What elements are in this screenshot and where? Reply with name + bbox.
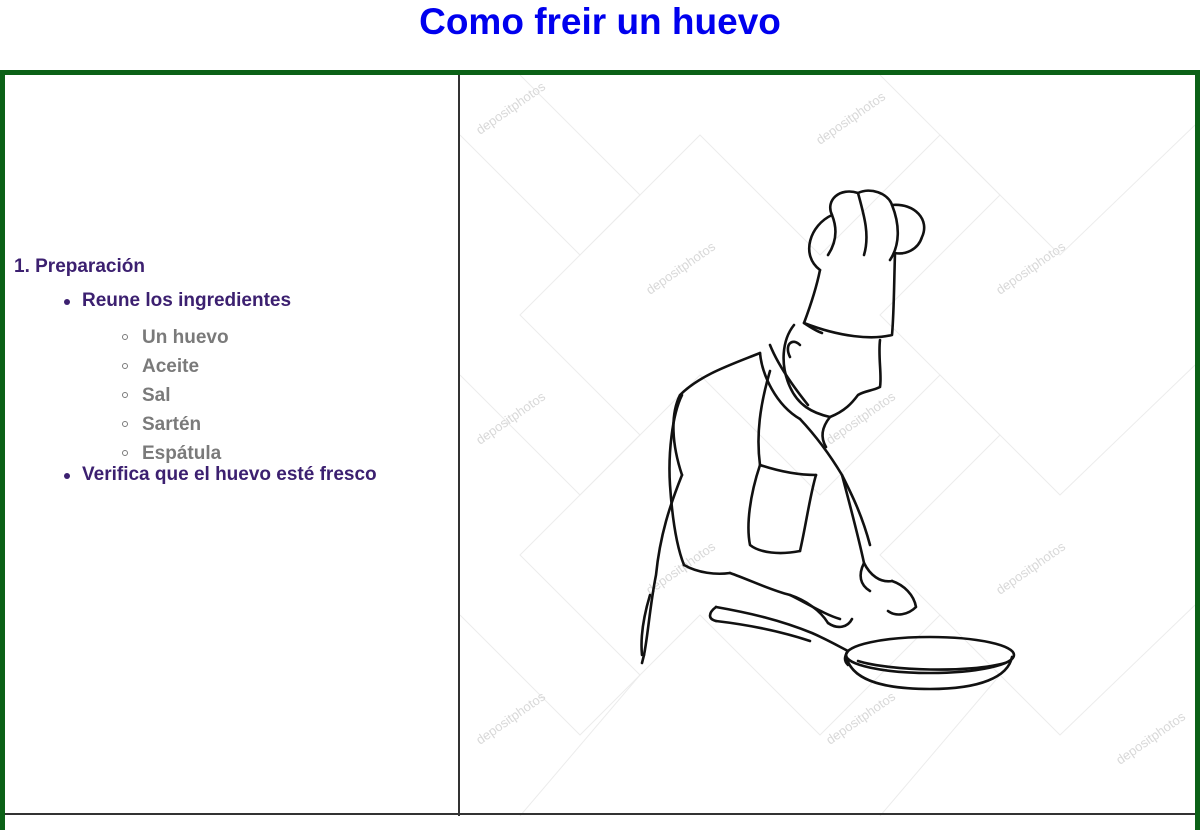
svg-text:depositphotos: depositphotos	[1113, 708, 1188, 767]
page-title: Como freir un huevo	[419, 1, 781, 42]
ingredient-item: Un huevo	[122, 323, 444, 352]
circle-bullet-icon	[122, 421, 128, 427]
svg-text:depositphotos: depositphotos	[473, 688, 548, 747]
watermark-text: depositphotos depositphotos depositphoto…	[473, 78, 1188, 767]
step-item: Verifica que el huevo esté fresco	[62, 463, 444, 487]
ingredient-label: Espátula	[142, 443, 222, 464]
ingredient-label: Sal	[142, 385, 171, 406]
step-label: Verifica que el huevo esté fresco	[82, 464, 377, 485]
ingredient-item: Sal	[122, 381, 444, 410]
step-list: Reune los ingredientes Un huevo Aceite S…	[14, 289, 444, 487]
ingredient-label: Un huevo	[142, 327, 229, 348]
step-label: Reune los ingredientes	[82, 290, 292, 311]
instructions-list: 1. Preparación Reune los ingredientes Un…	[14, 255, 444, 487]
circle-bullet-icon	[122, 450, 128, 456]
ingredient-list: Un huevo Aceite Sal Sartén Espátula	[82, 323, 444, 468]
chef-illustration: depositphotos depositphotos depositphoto…	[460, 75, 1195, 816]
ingredient-label: Sartén	[142, 414, 202, 435]
circle-bullet-icon	[122, 392, 128, 398]
illustration-cell: depositphotos depositphotos depositphoto…	[460, 75, 1195, 816]
bullet-icon	[64, 473, 70, 479]
circle-bullet-icon	[122, 334, 128, 340]
svg-text:depositphotos: depositphotos	[473, 388, 548, 447]
circle-bullet-icon	[122, 363, 128, 369]
svg-text:depositphotos: depositphotos	[823, 388, 898, 447]
ingredient-label: Aceite	[142, 356, 200, 377]
svg-text:depositphotos: depositphotos	[643, 238, 718, 297]
ingredient-item: Sartén	[122, 410, 444, 439]
svg-text:depositphotos: depositphotos	[993, 238, 1068, 297]
svg-text:depositphotos: depositphotos	[823, 688, 898, 747]
watermark-pattern	[460, 75, 1195, 816]
ingredient-item: Aceite	[122, 352, 444, 381]
svg-text:depositphotos: depositphotos	[473, 78, 548, 137]
svg-text:depositphotos: depositphotos	[993, 538, 1068, 597]
svg-text:depositphotos: depositphotos	[813, 88, 888, 147]
table-bottom-border	[5, 813, 1195, 815]
step-item: Reune los ingredientes Un huevo Aceite S…	[62, 289, 444, 468]
bullet-icon	[64, 299, 70, 305]
section-title: 1. Preparación	[14, 256, 145, 277]
